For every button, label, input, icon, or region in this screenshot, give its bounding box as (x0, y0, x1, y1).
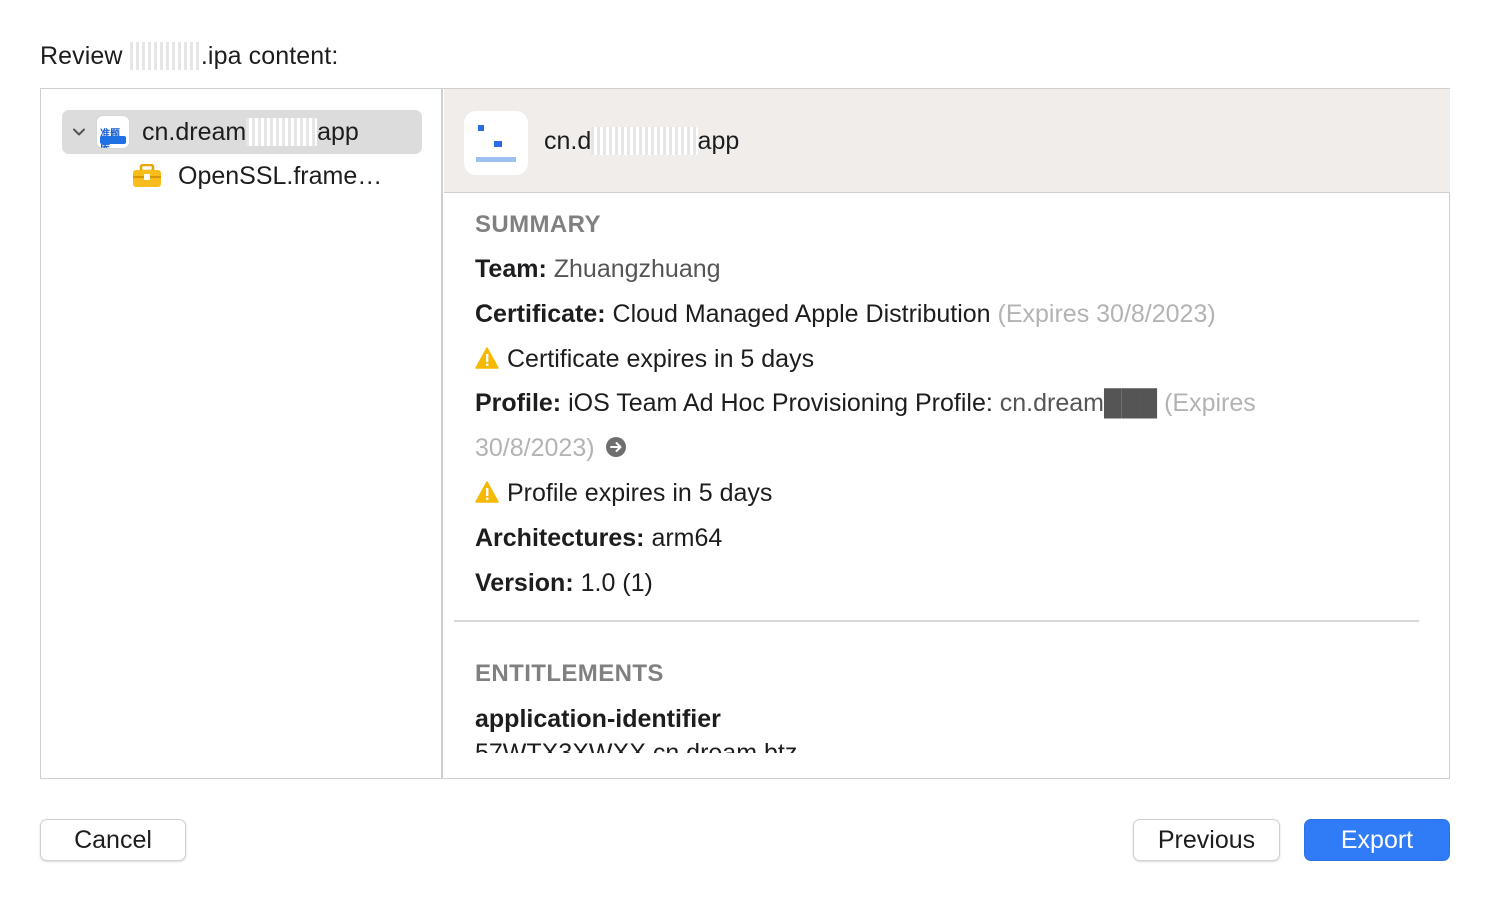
app-icon (464, 111, 528, 175)
team-value: Zhuangzhuang (553, 255, 721, 283)
profile-warning: Profile expires in 5 days (475, 479, 1395, 508)
summary-heading: SUMMARY (475, 211, 601, 238)
warning-icon (475, 347, 499, 369)
previous-button[interactable]: Previous (1133, 819, 1280, 861)
certificate-row: Certificate: Cloud Managed Apple Distrib… (475, 300, 1216, 328)
entitlement-key: application-identifier (475, 705, 721, 733)
detail-pane: cn.d██████app SUMMARY Team: Zhuangzhuang… (444, 89, 1450, 778)
app-bundle-name: cn.d██████app (544, 127, 740, 155)
version-value: 1.0 (1) (580, 569, 653, 597)
architectures-row: Architectures: arm64 (475, 524, 723, 552)
tree-item-label: OpenSSL.frame… (178, 161, 383, 190)
certificate-warning: Certificate expires in 5 days (475, 345, 1395, 374)
profile-value: iOS Team Ad Hoc Provisioning Profile: (568, 389, 993, 417)
bundle-tree: 准题库 cn.dream████app OpenSSL.frame… (41, 89, 443, 778)
content-panel: 准题库 cn.dream████app OpenSSL.frame… (40, 88, 1450, 779)
chevron-down-icon[interactable] (62, 110, 96, 154)
tree-item-app[interactable]: 准题库 cn.dream████app (62, 110, 422, 154)
warning-icon (475, 481, 499, 503)
review-ipa-dialog: Review ████.ipa content: 准题库 cn.dream███… (0, 0, 1490, 900)
app-icon: 准题库 (96, 115, 130, 149)
reveal-profile-arrow-icon[interactable] (605, 436, 627, 458)
entitlements-heading: ENTITLEMENTS (475, 660, 664, 687)
redacted-filename: ████ (129, 42, 201, 70)
dialog-title: Review ████.ipa content: (40, 42, 339, 70)
export-button[interactable]: Export (1304, 819, 1450, 861)
architectures-value: arm64 (651, 524, 723, 552)
tree-item-label: cn.dream████app (142, 117, 359, 146)
profile-expiry: 30/8/2023) (475, 434, 595, 462)
profile-expiry-row: 30/8/2023) (475, 434, 1395, 463)
certificate-expiry: (Expires 30/8/2023) (997, 300, 1216, 328)
profile-value-redacted: cn.dream███ (999, 389, 1158, 417)
cancel-button[interactable]: Cancel (40, 819, 186, 861)
detail-header: cn.d██████app (444, 89, 1450, 193)
section-divider (454, 620, 1419, 622)
certificate-value: Cloud Managed Apple Distribution (612, 300, 991, 328)
toolbox-icon (133, 164, 161, 187)
version-row: Version: 1.0 (1) (475, 569, 653, 597)
team-row: Team: Zhuangzhuang (475, 255, 721, 283)
entitlement-value: 57WTX3XWXX.cn.dream.btz (475, 739, 798, 753)
profile-row: Profile: iOS Team Ad Hoc Provisioning Pr… (475, 389, 1256, 417)
tree-item-openssl-framework[interactable]: OpenSSL.frame… (62, 154, 422, 198)
